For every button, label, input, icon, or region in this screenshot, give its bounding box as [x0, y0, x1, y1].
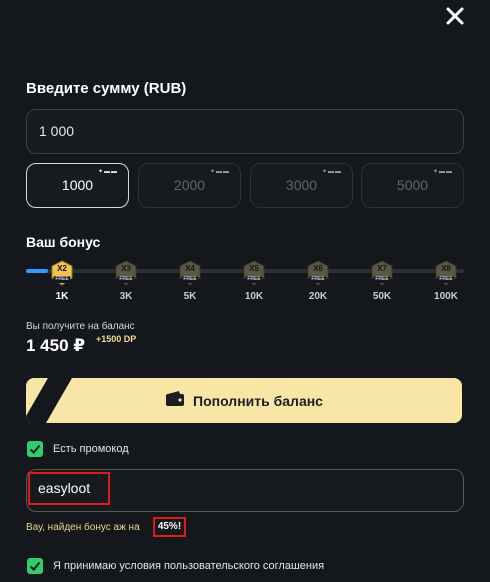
preset-label: 3000 — [285, 177, 318, 193]
preset-2000[interactable]: ✦▬▬ 2000 — [138, 163, 241, 208]
coins-icon: ✦▬▬ — [321, 169, 342, 175]
promo-message: Вау, найден бонус аж на — [26, 522, 140, 533]
terms-label: Я принимаю условия пользовательского сог… — [53, 560, 325, 572]
coins-icon: ✦▬▬ — [97, 169, 118, 175]
amount-input[interactable]: 1 000 — [26, 109, 464, 154]
bonus-badge-icon: X2 FREE — [50, 260, 74, 286]
close-icon — [446, 7, 464, 25]
receive-label: Вы получите на баланс — [26, 321, 135, 332]
promo-code-value[interactable]: easyloot — [28, 472, 110, 505]
check-icon — [29, 561, 41, 571]
preset-label: 5000 — [396, 177, 429, 193]
receive-dp-bonus: +1500 DP — [96, 334, 137, 344]
deposit-button-label: Пополнить баланс — [193, 392, 323, 409]
wallet-icon — [165, 391, 185, 410]
preset-label: 2000 — [173, 177, 206, 193]
deposit-button[interactable]: Пополнить баланс — [26, 378, 462, 423]
tier-label: 3K — [119, 291, 133, 302]
terms-checkbox[interactable] — [27, 558, 43, 574]
receive-amount: 1 450 ₽ — [26, 336, 86, 355]
check-icon — [29, 444, 41, 454]
bonus-badge-icon: X4 FREE — [178, 260, 202, 286]
bonus-tier[interactable]: X2 FREE 1K — [42, 260, 82, 302]
coins-icon: ✦▬▬ — [209, 169, 230, 175]
bonus-tier[interactable]: X6 FREE 20K — [298, 260, 338, 302]
bonus-tier[interactable]: X3 FREE 3K — [106, 260, 146, 302]
preset-label: 1000 — [61, 177, 94, 193]
promo-checkbox[interactable] — [27, 441, 43, 457]
bonus-badge-icon: X6 FREE — [306, 260, 330, 286]
bonus-tier[interactable]: X7 FREE 50K — [362, 260, 402, 302]
bonus-title: Ваш бонус — [26, 234, 101, 250]
bonus-tier[interactable]: X8 FREE 100K — [426, 260, 466, 302]
tier-label: 20K — [308, 291, 328, 302]
coins-icon: ✦▬▬ — [432, 169, 453, 175]
tier-label: 5K — [183, 291, 197, 302]
bonus-badge-icon: X7 FREE — [370, 260, 394, 286]
preset-1000[interactable]: ✦▬▬ 1000 — [26, 163, 129, 208]
promo-checkbox-label: Есть промокод — [53, 443, 129, 455]
preset-5000[interactable]: ✦▬▬ 5000 — [361, 163, 464, 208]
tier-label: 100K — [434, 291, 458, 302]
close-button[interactable] — [444, 5, 466, 27]
tier-label: 10K — [244, 291, 264, 302]
bonus-badge-icon: X3 FREE — [114, 260, 138, 286]
bonus-badge-icon: X5 FREE — [242, 260, 266, 286]
bonus-badge-icon: X8 FREE — [434, 260, 458, 286]
bonus-tier[interactable]: X4 FREE 5K — [170, 260, 210, 302]
bonus-tier[interactable]: X5 FREE 10K — [234, 260, 274, 302]
tier-label: 50K — [372, 291, 392, 302]
tier-label: 1K — [55, 291, 69, 302]
amount-title: Введите сумму (RUB) — [26, 80, 187, 97]
preset-3000[interactable]: ✦▬▬ 3000 — [250, 163, 353, 208]
promo-percent: 45%! — [153, 517, 186, 537]
